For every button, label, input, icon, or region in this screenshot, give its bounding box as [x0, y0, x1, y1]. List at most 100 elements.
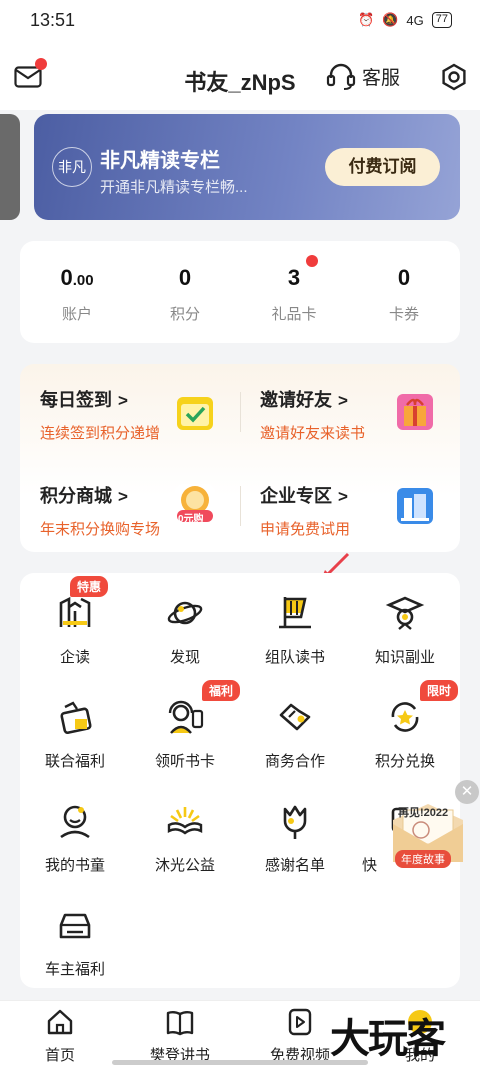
banner-logo: 非凡	[52, 147, 92, 187]
enterprise-read-icon	[59, 596, 91, 627]
calendar-check-icon	[177, 397, 213, 430]
float-card-label: 年度故事	[395, 850, 451, 868]
sunrise-book-icon	[167, 807, 203, 835]
banner-subtitle: 开通非凡精读专栏畅...	[100, 179, 248, 196]
year-review-float-card[interactable]: 再见!2022 年度故事	[389, 800, 467, 868]
grid-item-business-cooperation[interactable]: 商务合作	[240, 677, 350, 772]
network-icon: 4G	[406, 12, 424, 28]
alarm-icon: ⏰	[358, 12, 375, 27]
top-bar: 书友_zNpS 客服	[0, 40, 480, 110]
building-icon	[397, 488, 433, 524]
home-indicator[interactable]	[112, 1060, 368, 1065]
float-card-close-button[interactable]: ✕	[455, 780, 479, 804]
invite-friends-title: 邀请好友	[260, 390, 332, 410]
stat-points-label: 积分	[169, 306, 200, 323]
settings-icon[interactable]	[440, 63, 468, 91]
handshake-icon	[279, 703, 311, 731]
grid-item-enterprise-read[interactable]: 企读 特惠	[20, 573, 130, 668]
stat-points[interactable]: 0 积分	[130, 265, 240, 324]
tulip-icon	[283, 805, 307, 839]
stat-account-value: 0	[60, 265, 73, 290]
grid-item-label: 组队读书	[264, 649, 325, 666]
mute-icon: 🔕	[382, 12, 399, 27]
status-bar: 13:51 ⏰ 🔕 4G 77	[0, 0, 480, 40]
grid-item-charity[interactable]: 沐光公益	[130, 781, 240, 876]
enterprise-zone-title: 企业专区	[260, 486, 332, 506]
grid-item-label: 我的书童	[44, 857, 105, 874]
gift-box-icon	[60, 701, 92, 735]
grid-item-label: 知识副业	[374, 649, 435, 666]
zero-yuan-coin-icon: 0元购	[175, 484, 215, 525]
vip-banner[interactable]: 非凡 非凡精读专栏 开通非凡精读专栏畅... 付费订阅	[34, 114, 460, 220]
gift-card-notification-dot	[306, 255, 318, 267]
stat-gift-card-value: 3	[287, 265, 301, 290]
stats-card: 0.00 账户 0 积分 3 礼品卡 0 卡券	[20, 241, 460, 343]
listener-icon	[168, 700, 204, 734]
graduation-cap-icon	[385, 596, 425, 630]
grid-item-car-owner-benefits[interactable]: 车主福利	[20, 885, 130, 980]
stat-account-decimals: .00	[72, 272, 94, 289]
grid-item-label: 联合福利	[44, 753, 105, 770]
points-mall-title: 积分商城	[40, 486, 112, 506]
quick-actions-card: 每日签到 > 连续签到积分递增 邀请好友 > 邀请好友来读书 积分商城 > 年末积分换…	[20, 364, 460, 552]
promo-badge: 福利	[202, 680, 240, 701]
tab-label: 首页	[44, 1047, 75, 1064]
exchange-star-icon	[391, 702, 419, 732]
zero-yuan-label: 0元购	[178, 514, 204, 525]
chevron-right-icon: >	[118, 487, 128, 506]
watermark-logo: 大玩客	[330, 1017, 446, 1061]
divider	[240, 392, 241, 432]
stat-coupon-value: 0	[397, 265, 411, 290]
grid-item-label: 领听书卡	[154, 753, 215, 770]
kid-avatar-icon	[60, 805, 90, 839]
promo-badge: 限时	[420, 680, 459, 701]
status-icons: ⏰ 🔕 4G 77	[358, 12, 452, 28]
float-card-title: 再见!2022	[398, 807, 449, 819]
chevron-right-icon: >	[338, 391, 348, 410]
divider	[240, 486, 241, 526]
video-play-icon	[288, 1008, 312, 1036]
banner-title: 非凡精读专栏	[100, 150, 220, 172]
stat-gift-card[interactable]: 3 礼品卡	[239, 265, 349, 324]
stat-account[interactable]: 0.00 账户	[22, 265, 132, 324]
customer-service-button[interactable]: 客服	[326, 62, 400, 90]
subscribe-button[interactable]: 付费订阅	[325, 148, 440, 186]
stat-coupon-label: 卡券	[388, 306, 419, 323]
grid-item-label: 感谢名单	[264, 857, 325, 874]
grid-item-my-book-kid[interactable]: 我的书童	[20, 781, 130, 876]
banner-prev-peek[interactable]	[0, 114, 20, 220]
stat-gift-card-label: 礼品卡	[271, 306, 317, 323]
grid-item-joint-benefits[interactable]: 联合福利	[20, 677, 130, 772]
grid-item-discover[interactable]: 发现	[130, 573, 240, 668]
stat-coupon[interactable]: 0 卡券	[349, 265, 459, 324]
grid-item-label: 积分兑换	[374, 753, 435, 770]
gift-icon	[397, 394, 433, 430]
grid-item-knowledge-side-job[interactable]: 知识副业	[350, 573, 460, 668]
stat-points-value: 0	[178, 265, 192, 290]
daily-checkin-title: 每日签到	[40, 390, 112, 410]
grid-item-thanks-list[interactable]: 感谢名单	[240, 781, 350, 876]
grid-item-label: 沐光公益	[154, 857, 215, 874]
grid-item-audiobook-card[interactable]: 领听书卡 福利	[130, 677, 240, 772]
grid-item-label: 车主福利	[44, 961, 105, 978]
status-time: 13:51	[30, 10, 76, 30]
battery-icon: 77	[431, 12, 452, 28]
home-icon	[47, 1009, 73, 1035]
tab-home[interactable]: 首页	[0, 1007, 120, 1065]
grid-item-points-exchange[interactable]: 积分兑换 限时	[350, 677, 460, 772]
service-label: 客服	[362, 67, 401, 89]
grid-item-label: 发现	[169, 649, 200, 666]
grid-item-team-reading[interactable]: 组队读书	[240, 573, 350, 668]
tab-book-talk[interactable]: 樊登讲书	[120, 1007, 240, 1065]
car-icon	[59, 913, 91, 939]
page-title: 书友_zNpS	[184, 70, 296, 95]
grid-item-label: 企读	[59, 649, 90, 666]
chevron-right-icon: >	[118, 391, 128, 410]
flag-icon	[279, 597, 311, 629]
grid-item-label: 商务合作	[264, 753, 325, 770]
book-icon	[166, 1011, 194, 1036]
feature-grid: 企读 特惠 发现 组队读书 知识副业 联合福利 领听书卡 福利 商务合作 积分兑…	[20, 573, 460, 988]
chevron-right-icon: >	[338, 487, 348, 506]
planet-icon	[167, 601, 203, 625]
promo-badge: 特惠	[70, 576, 109, 597]
